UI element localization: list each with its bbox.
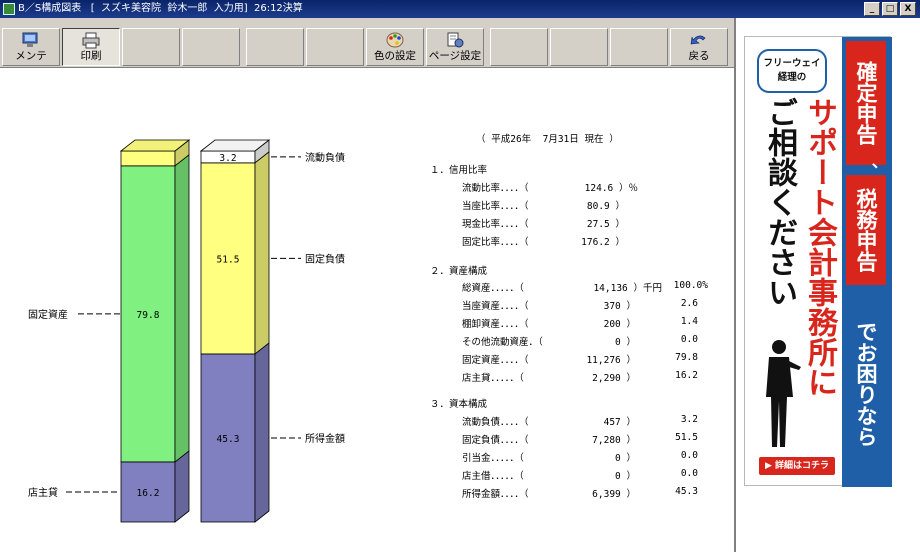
asset-row-label: 棚卸資産．．．．（	[462, 319, 529, 330]
credit-row-label: 現金比率．．．．（	[462, 219, 529, 230]
asset-row-pct: 0.0	[680, 334, 698, 345]
ad-bubble-line1: フリーウェイ	[763, 58, 821, 69]
ad-details-button[interactable]: ▶ 詳細はコチラ	[759, 457, 835, 475]
capital-row-label: 引当金．．．．．（	[462, 453, 524, 464]
page-settings-label: ページ設定	[428, 50, 482, 62]
capital-row-pct: 3.2	[680, 414, 698, 425]
asset-row-pct: 1.4	[680, 316, 698, 327]
capital-row-value: 7,280 ）	[592, 435, 636, 446]
title-bar: B／S構成図表 [ スズキ美容院 鈴木一郎 入力用] 26:12決算 _ □ X	[0, 0, 920, 18]
ad-text-zeimu: 税務申告	[846, 175, 886, 285]
toolbar-empty-button-4[interactable]	[182, 28, 240, 66]
asset-row-value: 0 ）	[615, 337, 636, 348]
window-title: B／S構成図表 [ スズキ美容院 鈴木一郎 入力用] 26:12決算	[18, 3, 303, 14]
back-arrow-icon	[690, 35, 706, 45]
section-credit-title: １．信用比率	[430, 165, 488, 176]
asset-row-value: 2,290 ）	[592, 373, 636, 384]
ad-bubble-line2: 経理の	[777, 72, 807, 83]
asset-row-pct: 79.8	[675, 352, 698, 363]
capital-row-pct: 0.0	[680, 468, 698, 479]
capital-row-pct: 45.3	[675, 486, 698, 497]
color-settings-label: 色の設定	[374, 50, 416, 62]
main-area: 16.2 79.8 45.3 51.5 3.2 固定資産 店主貸 流動負債 固定負債 所得金額 （…	[0, 69, 734, 552]
capital-row-pct: 51.5	[675, 432, 698, 443]
section-assets-title: ２．資産構成	[430, 266, 488, 277]
toolbar-empty-button-3[interactable]	[122, 28, 180, 66]
asset-row-pct: 2.6	[680, 298, 698, 309]
app-icon	[3, 3, 15, 15]
capital-row-label: 店主借．．．．．（	[462, 471, 524, 482]
capital-row-label: 所得金額．．．．（	[462, 489, 529, 500]
toolbar: メンテ 印刷 色の設定 ページ設定 戻る	[0, 18, 734, 68]
asset-row-label: 当座資産．．．．（	[462, 301, 529, 312]
ad-text-kakutei: 確定申告	[846, 41, 886, 165]
computer-icon	[22, 32, 38, 47]
page-settings-icon	[447, 32, 464, 48]
credit-row-label: 流動比率．．．．（	[462, 183, 529, 194]
asset-row-label: 店主貸．．．．．（	[462, 373, 524, 384]
asset-row-pct: 16.2	[675, 370, 698, 381]
capital-row-label: 固定負債．．．．（	[462, 435, 529, 446]
page-settings-button[interactable]: ページ設定	[426, 28, 484, 66]
maximize-button[interactable]: □	[882, 2, 898, 16]
asset-row-pct: 100.0%	[673, 280, 708, 291]
businessman-icon	[766, 340, 801, 447]
credit-row-label: 固定比率．．．．（	[462, 237, 529, 248]
credit-row-value: 27.5 ）	[586, 219, 625, 230]
asset-row-label: その他流動資産．（	[462, 337, 543, 348]
minimize-button[interactable]: _	[864, 2, 880, 16]
toolbar-empty-button-5[interactable]	[246, 28, 304, 66]
toolbar-empty-button-9[interactable]	[490, 28, 548, 66]
credit-row-value: 176.2 ）	[581, 237, 625, 248]
toolbar-empty-button-10[interactable]	[550, 28, 608, 66]
capital-row-value: 6,399 ）	[592, 489, 636, 500]
mente-label: メンテ	[15, 50, 47, 62]
credit-row-value: 124.6 ）％	[584, 183, 638, 194]
toolbar-empty-button-6[interactable]	[306, 28, 364, 66]
ad-panel: 確定申告 、 税務申告 でお困りなら フリーウェイ 経理の サポート会計事務所に…	[734, 18, 920, 552]
ad-text-support: サポート会計事務所に	[802, 97, 837, 397]
back-button[interactable]: 戻る	[670, 28, 728, 66]
capital-row-label: 流動負債．．．．（	[462, 417, 529, 428]
ad-text-okomari: でお困りなら	[854, 321, 878, 447]
report-panel: （ 平成26年 7月31日 現在 ） １．信用比率 流動比率．．．．（ 124.…	[0, 69, 734, 552]
color-settings-button[interactable]: 色の設定	[366, 28, 424, 66]
ad-banner[interactable]: 確定申告 、 税務申告 でお困りなら フリーウェイ 経理の サポート会計事務所に…	[744, 36, 892, 487]
asset-row-label: 総資産．．．．．（	[462, 283, 524, 294]
asset-row-label: 固定資産．．．．（	[462, 355, 529, 366]
capital-row-pct: 0.0	[680, 450, 698, 461]
close-button[interactable]: X	[900, 2, 916, 16]
asset-row-value: 200 ）	[603, 319, 636, 330]
toolbar-empty-button-11[interactable]	[610, 28, 668, 66]
asset-row-value: 11,276 ）	[586, 355, 636, 366]
asset-row-value: 14,136 ）千円	[593, 283, 662, 294]
ad-text-consult: ご相談ください	[762, 97, 797, 307]
credit-row-value: 80.9 ）	[586, 201, 625, 212]
back-label: 戻る	[688, 50, 710, 62]
print-label: 印刷	[80, 50, 102, 62]
report-date: （ 平成26年 7月31日 現在 ）	[476, 134, 619, 145]
capital-row-value: 0 ）	[615, 471, 636, 482]
printer-icon	[82, 32, 100, 49]
section-capital-title: ３．資本構成	[430, 399, 488, 410]
credit-row-label: 当座比率．．．．（	[462, 201, 529, 212]
asset-row-value: 370 ）	[603, 301, 636, 312]
ad-bubble: フリーウェイ 経理の	[757, 49, 827, 93]
palette-icon	[386, 32, 404, 48]
print-button[interactable]: 印刷	[62, 28, 120, 66]
capital-row-value: 0 ）	[615, 453, 636, 464]
capital-row-value: 457 ）	[603, 417, 636, 428]
mente-button[interactable]: メンテ	[2, 28, 60, 66]
